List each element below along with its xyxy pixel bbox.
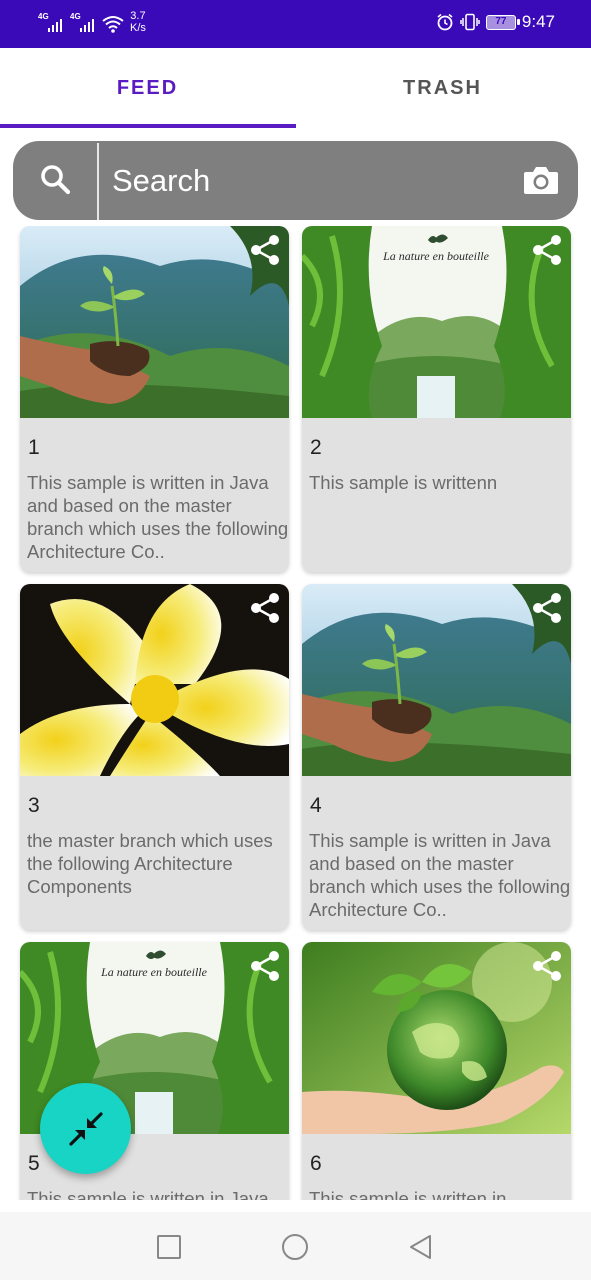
feed-card[interactable]: 6 This sample is written in (302, 942, 571, 1200)
card-number: 6 (310, 1152, 322, 1175)
network-speed: 3.7 K/s (130, 10, 146, 34)
search-input[interactable] (112, 161, 502, 201)
speed-unit: K/s (130, 22, 146, 34)
system-nav-bar (0, 1212, 591, 1280)
vibrate-icon (460, 13, 480, 31)
camera-icon[interactable] (523, 163, 559, 197)
battery-icon: 77 (485, 14, 520, 30)
share-icon[interactable] (529, 232, 565, 268)
alarm-icon (437, 13, 453, 31)
card-image (302, 942, 571, 1134)
feed-card[interactable]: 2 This sample is writtenn (302, 226, 571, 572)
card-description: This sample is written in Java and based… (309, 830, 571, 920)
recents-square-icon[interactable] (154, 1232, 184, 1262)
share-icon[interactable] (247, 948, 283, 984)
app-screen: 4G 4G 3.7 K/s 77 9:47 FEED TRASH Search … (0, 0, 591, 1280)
feed-card[interactable]: 4 This sample is written in Java and bas… (302, 584, 571, 930)
speed-value: 3.7 (130, 10, 146, 22)
search-divider (97, 143, 99, 220)
feed-grid: 1 This sample is written in Java and bas… (0, 226, 591, 1200)
clock: 9:47 (521, 12, 555, 31)
search-icon[interactable] (39, 163, 73, 197)
tab-indicator (0, 124, 296, 128)
back-triangle-icon[interactable] (406, 1232, 436, 1262)
wifi-icon (102, 16, 124, 33)
card-image (20, 584, 289, 776)
status-right: 77 9:47 (436, 12, 555, 32)
card-image (302, 226, 571, 418)
card-description: the master branch which uses the followi… (27, 830, 273, 897)
card-number: 3 (28, 794, 40, 817)
home-circle-icon[interactable] (280, 1232, 310, 1262)
collapse-fab-button[interactable] (40, 1083, 131, 1174)
share-icon[interactable] (247, 232, 283, 268)
card-description: This sample is written in Java (27, 1188, 269, 1200)
card-image (20, 226, 289, 418)
feed-card[interactable]: 1 This sample is written in Java and bas… (20, 226, 289, 572)
card-number: 5 (28, 1152, 40, 1175)
card-description: This sample is writtenn (309, 472, 498, 493)
status-bar: 4G 4G 3.7 K/s 77 9:47 (0, 0, 591, 48)
collapse-arrows-icon (68, 1111, 103, 1146)
card-number: 4 (310, 794, 322, 817)
share-icon[interactable] (247, 590, 283, 626)
signal-icon-2: 4G (70, 12, 96, 34)
tab-trash[interactable]: TRASH (295, 48, 590, 128)
tab-bar: FEED TRASH (0, 48, 591, 128)
share-icon[interactable] (529, 590, 565, 626)
feed-card[interactable]: 3 the master branch which uses the follo… (20, 584, 289, 930)
card-description: This sample is written in Java and based… (27, 472, 289, 562)
share-icon[interactable] (529, 948, 565, 984)
search-bar (13, 141, 578, 220)
signal-icon: 4G (38, 12, 64, 34)
battery-level: 77 (495, 15, 507, 27)
status-left: 4G 4G 3.7 K/s (38, 10, 146, 34)
card-number: 1 (28, 436, 40, 459)
card-description: This sample is written in (309, 1188, 507, 1200)
tab-feed[interactable]: FEED (0, 48, 295, 128)
card-number: 2 (310, 436, 322, 459)
card-image (302, 584, 571, 776)
